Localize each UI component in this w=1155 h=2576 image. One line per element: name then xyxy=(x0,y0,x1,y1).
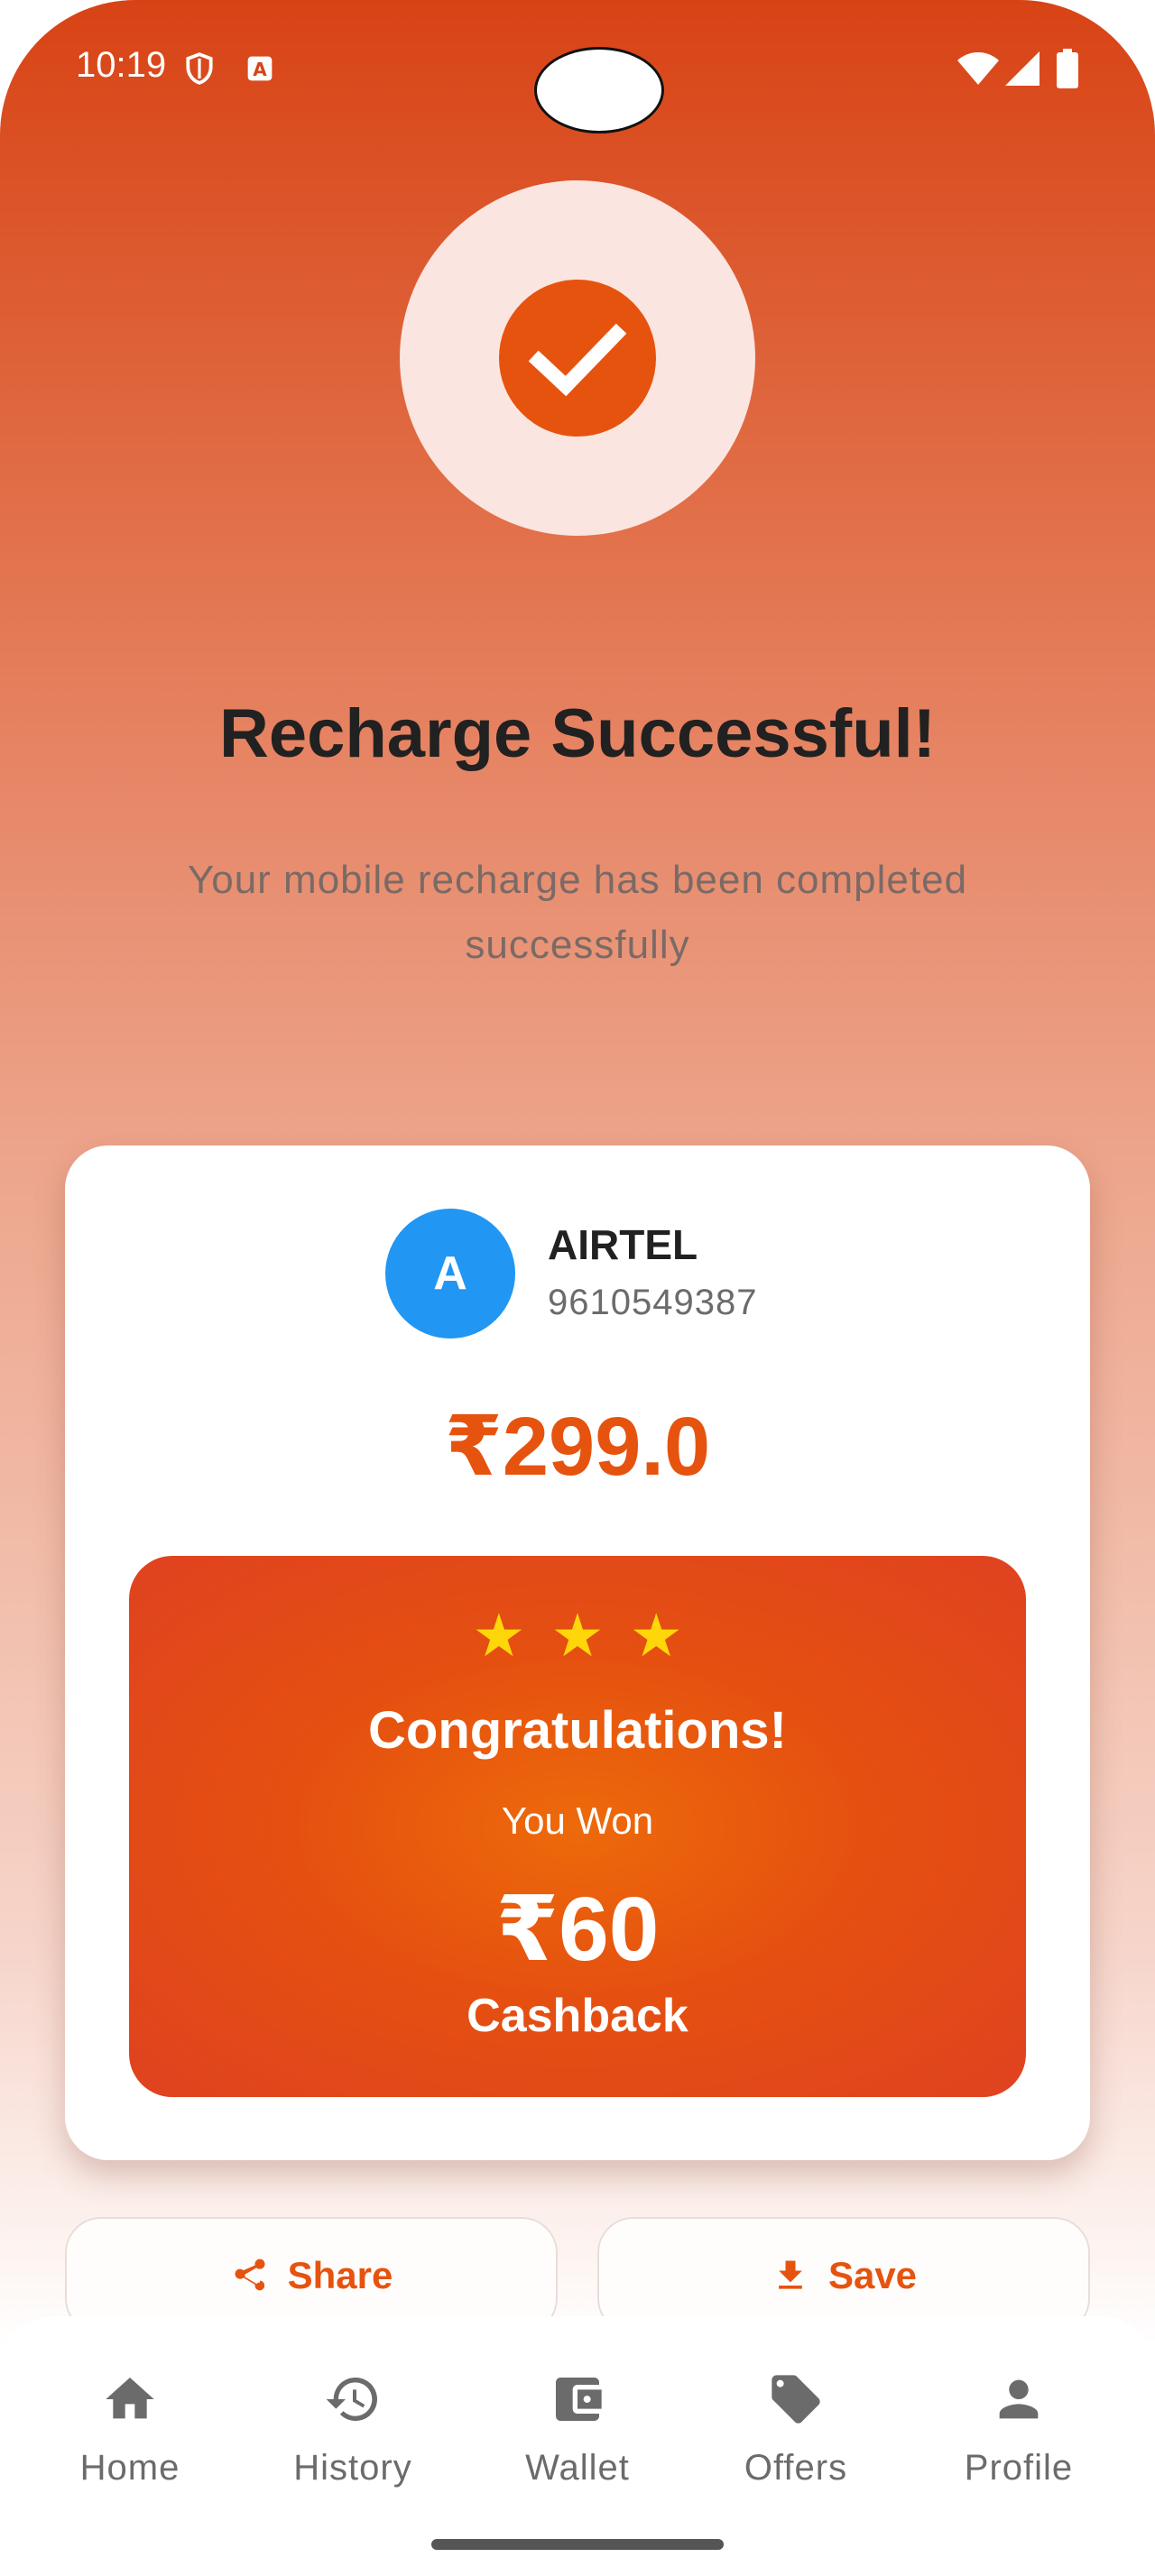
wifi-icon xyxy=(957,52,999,85)
shield-icon xyxy=(186,52,213,85)
svg-text:A: A xyxy=(253,59,267,80)
share-label: Share xyxy=(287,2254,393,2296)
cashback-amount: ₹60 xyxy=(495,1879,660,1980)
nav-label-wallet: Wallet xyxy=(525,2448,630,2488)
person-icon xyxy=(999,2379,1039,2419)
status-time: 10:19 xyxy=(76,45,167,85)
save-label: Save xyxy=(827,2254,918,2296)
tag-icon xyxy=(772,2375,820,2424)
cashback-reward-banner: ★★★ Congratulations! You Won ₹60 Cashbac… xyxy=(129,1556,1026,2097)
check-icon xyxy=(528,323,627,397)
operator-avatar: A xyxy=(385,1209,515,1339)
recharge-amount: ₹299.0 xyxy=(444,1401,711,1493)
download-icon xyxy=(779,2260,802,2289)
home-icon xyxy=(106,2378,154,2419)
home-indicator[interactable] xyxy=(431,2539,724,2550)
success-check-circle xyxy=(499,280,656,437)
nav-label-home: Home xyxy=(79,2448,180,2488)
operator-name: AIRTEL xyxy=(548,1221,698,1268)
history-icon xyxy=(326,2377,378,2421)
status-bar: 10:19 A xyxy=(0,0,1155,135)
nav-item-history[interactable]: History xyxy=(263,2370,443,2489)
nav-label-history: History xyxy=(293,2448,412,2488)
nav-item-profile[interactable]: Profile xyxy=(929,2370,1109,2489)
bottom-navigation: Home History Wallet Offers Profile xyxy=(0,2316,1155,2576)
share-icon xyxy=(235,2259,265,2291)
a-app-icon: A xyxy=(247,56,273,81)
wallet-icon xyxy=(556,2378,602,2421)
battery-icon xyxy=(1057,49,1078,88)
recharge-success-screen: 10:19 A Recharge Successful! Your mobile… xyxy=(0,0,1155,2576)
nav-item-home[interactable]: Home xyxy=(40,2370,220,2489)
nav-label-offers: Offers xyxy=(744,2448,848,2488)
page-subtitle: Your mobile recharge has been completed … xyxy=(187,858,968,967)
recharge-summary-card: A AIRTEL 9610549387 ₹299.0 ★★★ Congratul… xyxy=(65,1145,1090,2160)
reward-subtitle: You Won xyxy=(501,1799,654,1842)
reward-title: Congratulations! xyxy=(368,1701,787,1760)
nav-label-profile: Profile xyxy=(964,2448,1074,2488)
camera-cutout xyxy=(534,47,664,133)
nav-item-wallet[interactable]: Wallet xyxy=(487,2370,668,2489)
signal-icon xyxy=(1005,51,1040,86)
phone-number: 9610549387 xyxy=(548,1283,758,1322)
nav-item-offers[interactable]: Offers xyxy=(706,2370,886,2489)
page-title: Recharge Successful! xyxy=(218,695,937,772)
star-icons: ★★★ xyxy=(472,1602,708,1669)
cashback-label: Cashback xyxy=(467,1990,688,2042)
